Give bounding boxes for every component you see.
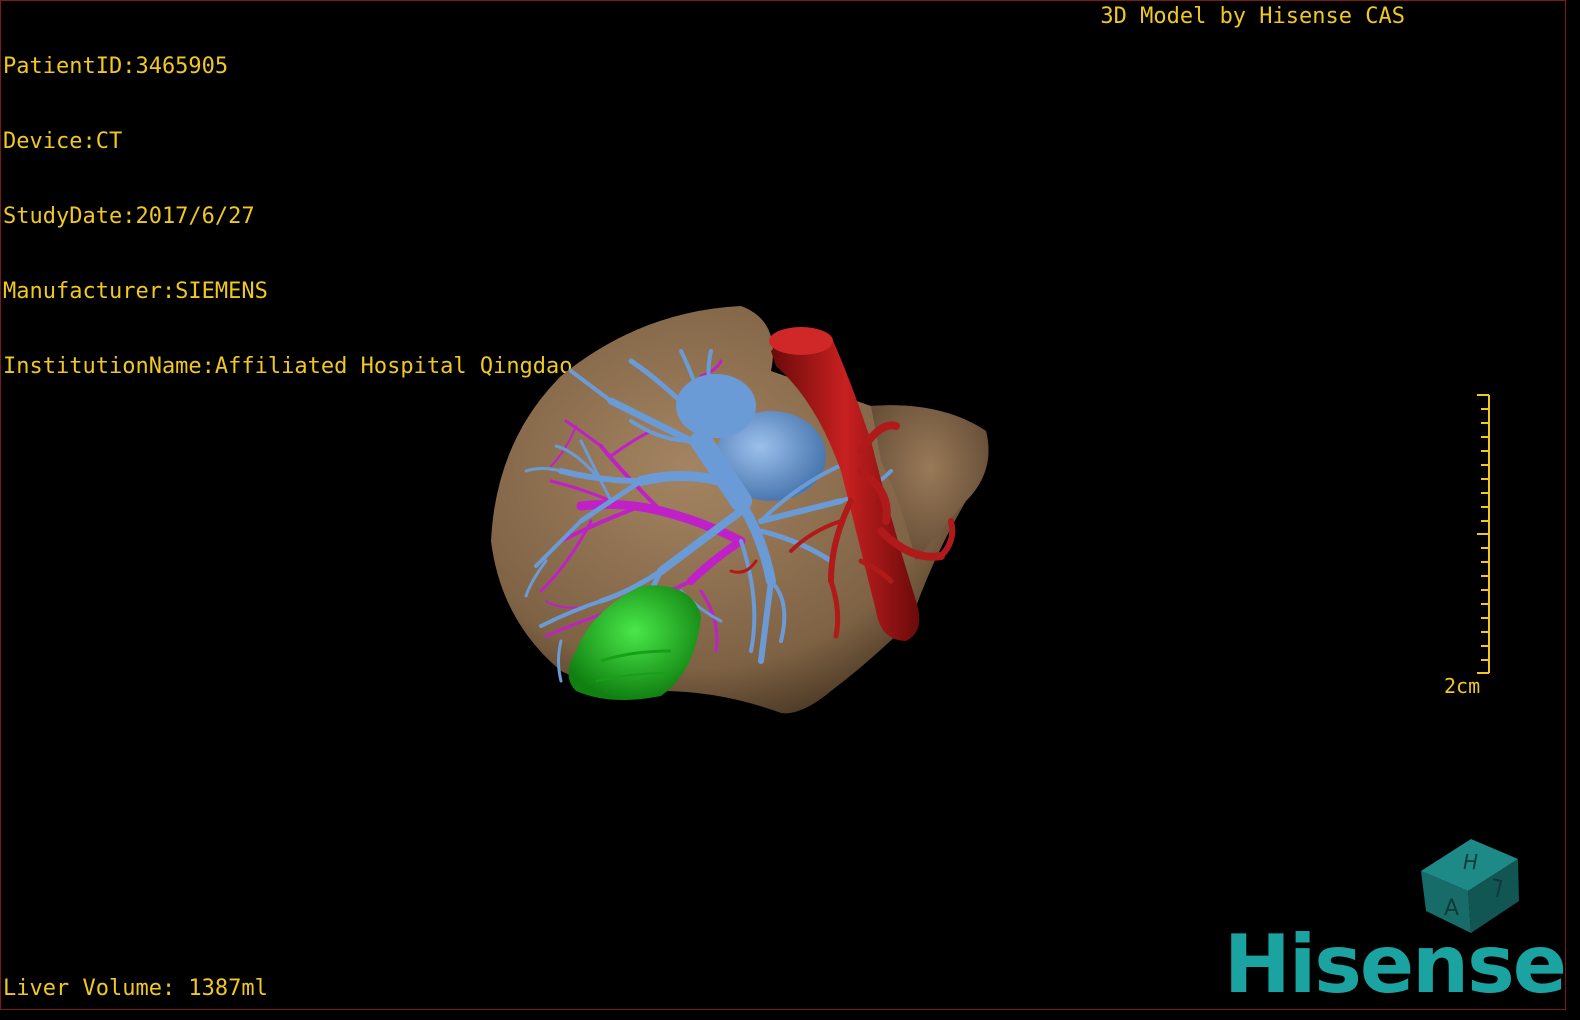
scale-bar bbox=[1477, 394, 1490, 674]
liver-volume-text: Liver Volume: 1387ml bbox=[3, 976, 268, 1001]
hisense-logo: Hisense bbox=[1223, 918, 1565, 1010]
scale-bar-label: 2cm bbox=[1444, 674, 1481, 698]
3d-viewport[interactable]: PatientID:3465905 Device:CT StudyDate:20… bbox=[0, 0, 1566, 1010]
cube-face-h: H bbox=[1463, 850, 1478, 874]
liver-3d-model[interactable]: H A bbox=[1, 1, 1566, 1010]
